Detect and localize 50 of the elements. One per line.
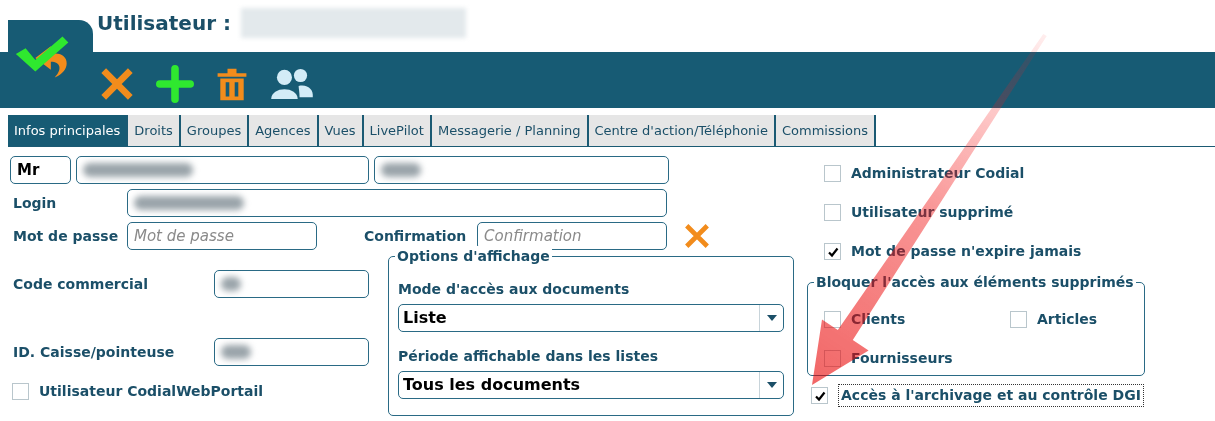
add-icon[interactable] bbox=[156, 65, 194, 103]
password-input: Mot de passe bbox=[134, 224, 310, 248]
checkbox-label: Utilisateur supprimé bbox=[851, 203, 1014, 222]
tab[interactable]: Infos principales bbox=[8, 115, 129, 146]
text-field[interactable] bbox=[214, 338, 369, 366]
tab[interactable]: Groupes bbox=[180, 115, 250, 146]
field-label: Période affichable dans les listes bbox=[398, 348, 659, 364]
checkbox-label: Articles bbox=[1037, 310, 1098, 329]
text-field[interactable] bbox=[374, 156, 669, 184]
clear-icon[interactable] bbox=[683, 222, 711, 250]
field-label: Mot de passe bbox=[12, 226, 120, 246]
field-label: Mode d'accès aux documents bbox=[398, 281, 630, 297]
checkbox[interactable] bbox=[824, 243, 841, 260]
text-field[interactable]: Mr bbox=[10, 156, 71, 184]
checkbox[interactable] bbox=[824, 165, 841, 182]
checkbox-label: Utilisateur CodialWebPortail bbox=[39, 382, 264, 401]
text-field[interactable] bbox=[214, 270, 369, 298]
field-label: Code commercial bbox=[12, 274, 150, 294]
tab[interactable]: Centre d'action/Téléphonie bbox=[588, 115, 776, 146]
field-label: Confirmation bbox=[364, 226, 468, 246]
tab[interactable]: Commissions bbox=[775, 115, 877, 146]
checkbox[interactable] bbox=[824, 204, 841, 221]
caret-icon bbox=[766, 315, 777, 321]
field-label: ID. Caisse/pointeuse bbox=[12, 342, 176, 362]
checkbox-label: Fournisseurs bbox=[851, 349, 953, 368]
text-field[interactable]: Confirmation bbox=[477, 222, 667, 250]
dropdown[interactable]: Liste bbox=[398, 304, 784, 332]
tab[interactable]: Agences bbox=[249, 115, 319, 146]
dropdown[interactable]: Tous les documents bbox=[398, 371, 784, 399]
civility-value: Mr bbox=[17, 159, 40, 181]
text-field[interactable] bbox=[76, 156, 369, 184]
checkbox-label: Accès à l'archivage et au contrôle DGI bbox=[838, 384, 1144, 407]
checkbox-label: Administrateur Codial bbox=[851, 164, 1025, 183]
tab[interactable]: Droits bbox=[128, 115, 181, 146]
checkbox[interactable] bbox=[811, 387, 828, 404]
panel-title: Bloquer l'accès aux éléments supprimés bbox=[814, 272, 1136, 293]
field-label: Login bbox=[12, 193, 58, 213]
checkbox-label: Mot de passe n'expire jamais bbox=[851, 242, 1082, 261]
text-field[interactable]: Mot de passe bbox=[127, 222, 317, 250]
tab[interactable]: Vues bbox=[318, 115, 364, 146]
tab[interactable]: Messagerie / Planning bbox=[431, 115, 589, 146]
panel-title: Options d'affichage bbox=[395, 246, 552, 267]
caret-icon bbox=[766, 382, 777, 388]
checkbox[interactable] bbox=[1010, 311, 1027, 328]
window-title: Utilisateur : bbox=[97, 10, 231, 37]
tab[interactable]: LivePilot bbox=[363, 115, 432, 146]
confirmation-input: Confirmation bbox=[484, 224, 660, 248]
text-field[interactable] bbox=[127, 189, 667, 217]
checkbox[interactable] bbox=[12, 383, 29, 400]
users-icon[interactable] bbox=[270, 67, 314, 101]
